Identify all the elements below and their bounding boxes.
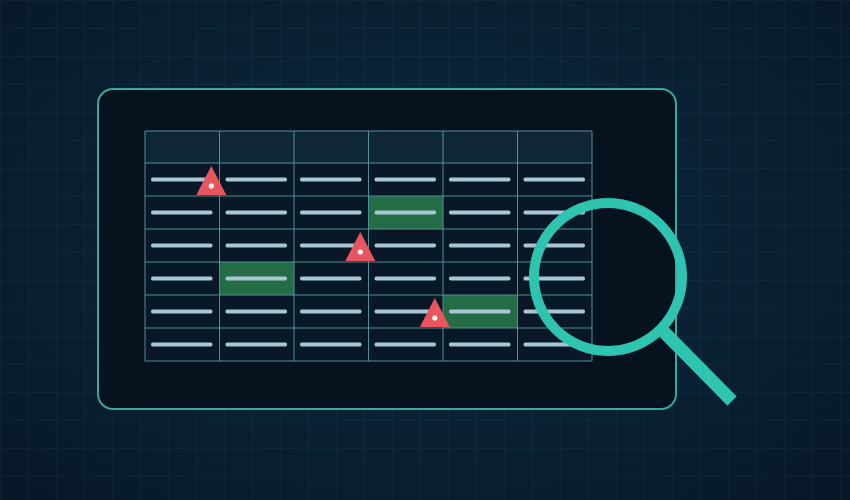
spreadsheet-table (144, 130, 593, 362)
header-cell (443, 131, 518, 163)
header-cell (219, 131, 294, 163)
warning-dot (432, 315, 438, 321)
header-cell (145, 131, 220, 163)
warning-dot (357, 249, 363, 255)
header-cell (368, 131, 443, 163)
magnifier-handle (657, 325, 737, 406)
header-cell (294, 131, 369, 163)
illustration (144, 130, 737, 406)
warning-dot (208, 183, 214, 189)
header-cell (517, 131, 592, 163)
